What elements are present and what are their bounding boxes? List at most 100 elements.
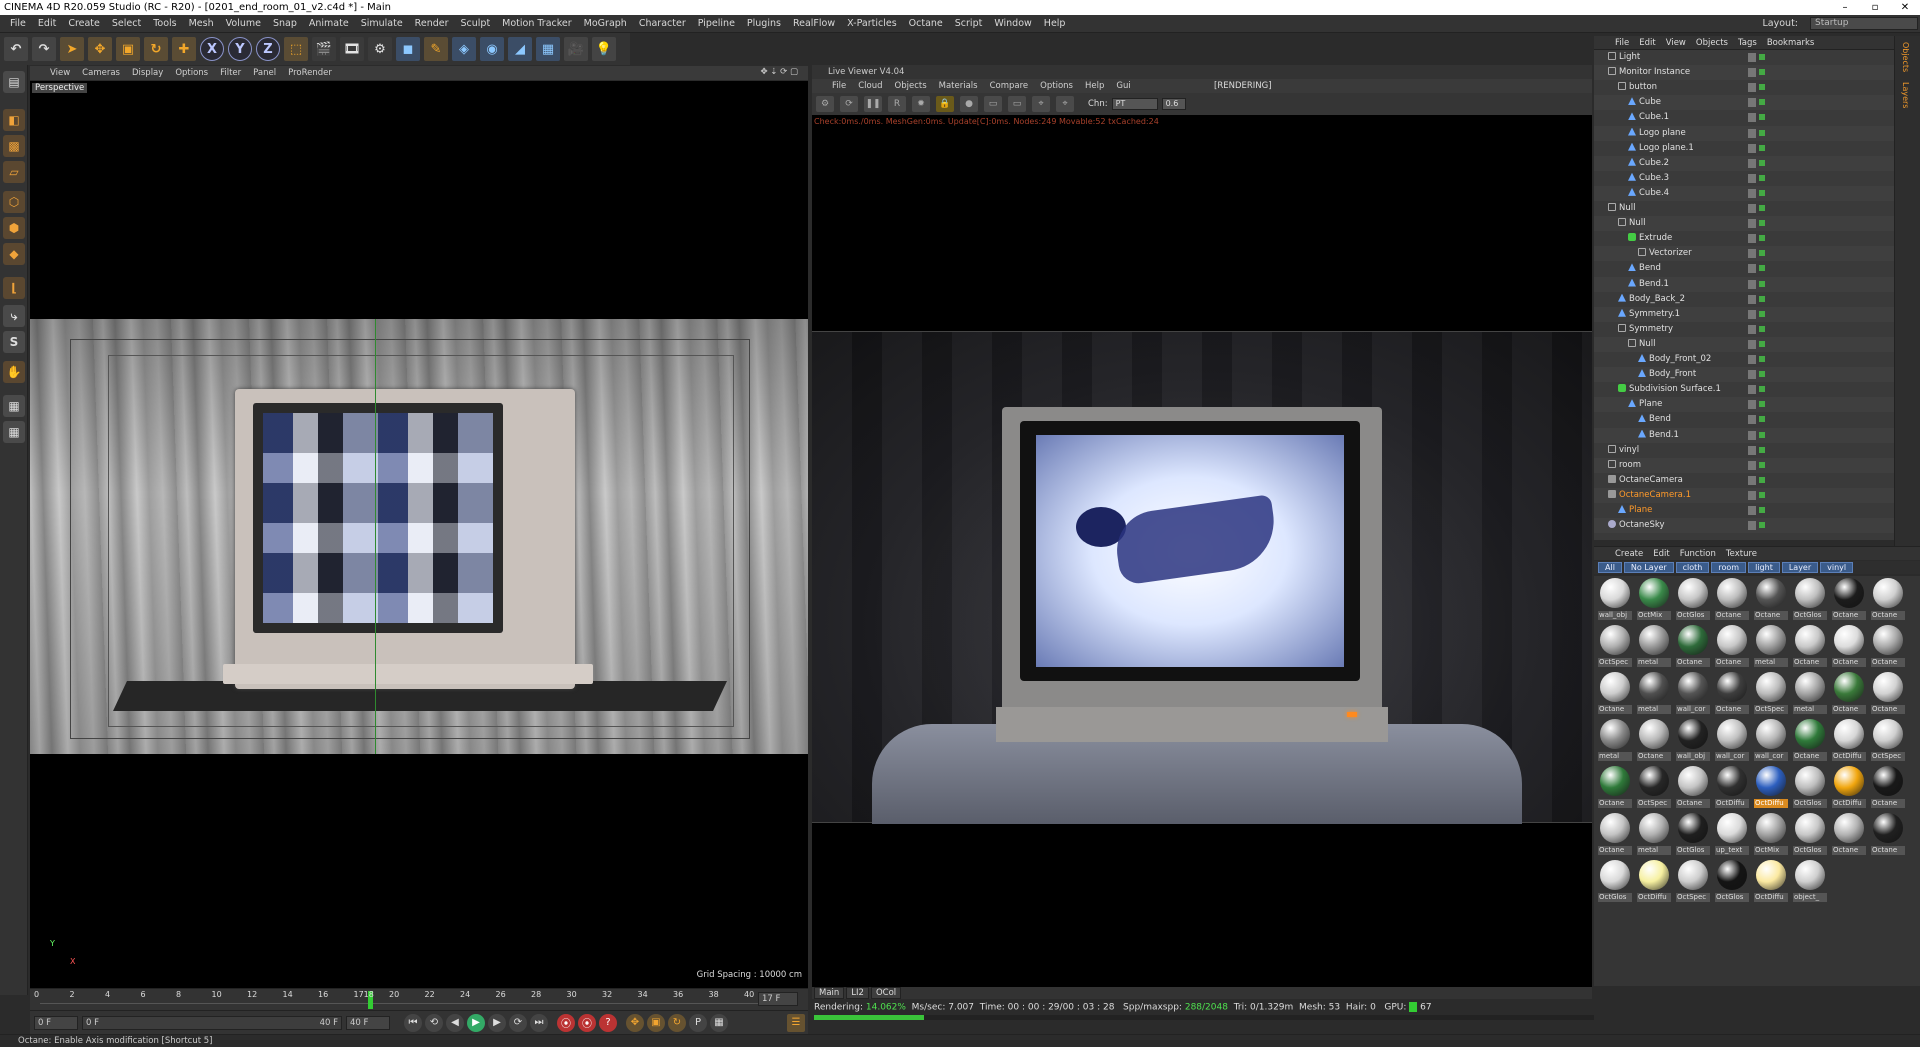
edges-mode-icon[interactable]: ⬢ [3, 217, 25, 239]
floor-icon[interactable]: ▦ [536, 37, 560, 61]
rotate-icon[interactable]: ↻ [144, 37, 168, 61]
material-swatch[interactable]: OctSpec [1871, 719, 1905, 763]
object-tags[interactable] [1748, 490, 1768, 500]
object-tags[interactable] [1748, 143, 1768, 153]
menu-item-pipeline[interactable]: Pipeline [692, 18, 741, 29]
menu-item-create[interactable]: Create [62, 18, 106, 29]
render-settings-icon[interactable]: ⚙ [368, 37, 392, 61]
previous-frame-icon[interactable]: ◀ [446, 1013, 464, 1032]
model-mode-icon[interactable]: ◧ [3, 109, 25, 131]
menu-item-edit[interactable]: Edit [32, 18, 62, 29]
object-row[interactable]: Subdivision Surface.1 [1594, 382, 1894, 397]
object-row[interactable]: Vectorizer [1594, 246, 1894, 262]
autokey-icon[interactable]: ⦿ [578, 1013, 596, 1032]
object-row[interactable]: Cube.1 [1594, 110, 1894, 125]
material-swatch[interactable]: Octane [1871, 813, 1905, 857]
mm-menu-create[interactable]: Create [1610, 549, 1648, 559]
material-swatch[interactable]: OctDiffu [1715, 766, 1749, 810]
paint-icon[interactable]: ✋ [3, 361, 25, 383]
camera-icon[interactable]: 🎥 [564, 37, 588, 61]
material-swatch[interactable]: wall_cor [1715, 719, 1749, 763]
viewport-menu-filter[interactable]: Filter [214, 68, 247, 78]
object-row[interactable]: Bend.1 [1594, 276, 1894, 292]
channel-select[interactable]: PT [1111, 98, 1158, 110]
filter-cloth[interactable]: cloth [1675, 562, 1710, 573]
object-row[interactable]: Symmetry [1594, 322, 1894, 337]
material-swatch[interactable]: Octane [1676, 766, 1710, 810]
go-to-start-icon[interactable]: ⏮ [404, 1013, 422, 1032]
end-frame-field[interactable]: 40 F [346, 1015, 390, 1030]
object-row[interactable]: Monitor Instance [1594, 65, 1894, 81]
object-tags[interactable] [1748, 430, 1768, 440]
start-frame-field[interactable]: 0 F [34, 1015, 78, 1030]
menu-item-mesh[interactable]: Mesh [183, 18, 220, 29]
object-tags[interactable] [1748, 309, 1768, 319]
redo-icon[interactable]: ↷ [32, 37, 56, 61]
menu-item-realflow[interactable]: RealFlow [787, 18, 841, 29]
object-row[interactable]: button [1594, 80, 1894, 95]
z-axis-lock-icon[interactable]: Z [256, 37, 280, 61]
lv-menu-objects[interactable]: Objects [889, 81, 933, 91]
object-tags[interactable] [1748, 234, 1768, 244]
viewport-menu-view[interactable]: View [44, 68, 76, 78]
lv-menu-compare[interactable]: Compare [984, 81, 1035, 91]
lock-icon[interactable]: 🔒 [936, 96, 954, 112]
lv-tab-main[interactable]: Main [814, 987, 845, 999]
object-row[interactable]: Symmetry.1 [1594, 306, 1894, 322]
material-swatch[interactable]: metal [1637, 813, 1671, 857]
maximize-button[interactable]: ▫ [1860, 0, 1890, 15]
viewport-menu-options[interactable]: Options [169, 68, 214, 78]
object-row[interactable]: Logo plane [1594, 125, 1894, 141]
material-swatch[interactable]: OctGlos [1793, 578, 1827, 622]
points-mode-icon[interactable]: ⬡ [3, 191, 25, 213]
mm-menu-function[interactable]: Function [1675, 549, 1721, 559]
scale-icon[interactable]: ▣ [116, 37, 140, 61]
filter-vinyl[interactable]: vinyl [1820, 562, 1854, 573]
object-row[interactable]: Body_Front_02 [1594, 352, 1894, 367]
material-swatch[interactable]: metal [1754, 625, 1788, 669]
current-frame-field[interactable]: 17 F [758, 992, 798, 1006]
frame-range-slider[interactable]: 0 F 40 F [82, 1015, 342, 1030]
material-swatch[interactable]: OctMix [1637, 578, 1671, 622]
object-tags[interactable] [1748, 158, 1768, 168]
layout-select[interactable]: Startup [1810, 17, 1918, 30]
restart-render-icon[interactable]: ⟳ [840, 96, 858, 112]
live-viewer-render[interactable]: Check:0ms./0ms. MeshGen:0ms. Update[C]:0… [812, 115, 1592, 987]
viewport-menu-cameras[interactable]: Cameras [76, 68, 126, 78]
material-swatch[interactable]: metal [1637, 625, 1671, 669]
object-tags[interactable] [1748, 294, 1768, 304]
material-swatch[interactable]: Octane [1598, 672, 1632, 716]
object-tags[interactable] [1748, 415, 1768, 425]
render-picture-viewer-icon[interactable]: 🎞 [340, 37, 364, 61]
menu-item-window[interactable]: Window [988, 18, 1037, 29]
material-swatch[interactable]: Octane [1715, 672, 1749, 716]
material-swatch[interactable]: Octane [1832, 578, 1866, 622]
paste-icon[interactable]: ▭ [1008, 96, 1026, 112]
object-row[interactable]: Body_Back_2 [1594, 292, 1894, 307]
lv-menu-help[interactable]: Help [1079, 81, 1110, 91]
material-swatch[interactable]: OctGlos [1676, 813, 1710, 857]
filter-layer[interactable]: Layer [1781, 562, 1819, 573]
object-tags[interactable] [1748, 219, 1768, 229]
lv-menu-cloud[interactable]: Cloud [852, 81, 888, 91]
make-editable-icon[interactable]: ▤ [3, 71, 25, 93]
lv-menu-gui[interactable]: Gui [1110, 81, 1136, 91]
object-tags[interactable] [1748, 355, 1768, 364]
om-menu-objects[interactable]: Objects [1691, 38, 1733, 48]
previous-key-icon[interactable]: ⟲ [425, 1013, 443, 1032]
object-tags[interactable] [1748, 339, 1768, 349]
object-row[interactable]: Light [1594, 50, 1894, 65]
mm-menu-edit[interactable]: Edit [1648, 549, 1674, 559]
object-tags[interactable] [1748, 400, 1768, 410]
polygons-mode-icon[interactable]: ◆ [3, 243, 25, 265]
object-row[interactable]: Null [1594, 216, 1894, 232]
object-manager-list[interactable]: Light Monitor Instance button Cube Cube.1 Log… [1594, 50, 1894, 540]
x-axis-lock-icon[interactable]: X [200, 37, 224, 61]
menu-item-help[interactable]: Help [1038, 18, 1072, 29]
viewport-nav-icons[interactable]: ✥ ⇣ ⟳ ▢ [754, 67, 804, 77]
material-swatch[interactable]: metal [1793, 672, 1827, 716]
array-icon[interactable]: ◉ [480, 37, 504, 61]
record-position-icon[interactable]: ✥ [626, 1013, 644, 1032]
next-frame-icon[interactable]: ▶ [488, 1013, 506, 1032]
object-row[interactable]: vinyl [1594, 443, 1894, 458]
